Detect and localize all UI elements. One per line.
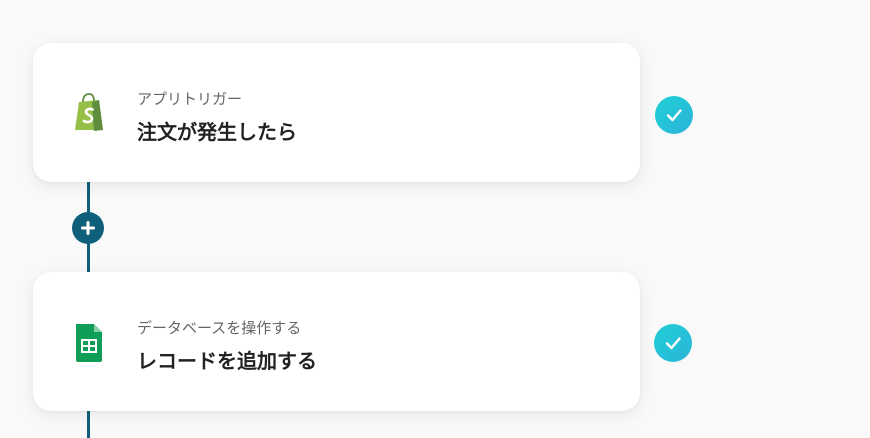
step-category-label: データベースを操作する — [137, 319, 302, 337]
shopify-icon — [70, 93, 108, 133]
step-title: 注文が発生したら — [137, 120, 297, 144]
check-icon — [655, 96, 693, 134]
step-category-label: アプリトリガー — [137, 90, 243, 108]
google-sheets-icon — [70, 322, 108, 362]
step-title: レコードを追加する — [137, 349, 317, 373]
flow-step-trigger-card[interactable]: アプリトリガー 注文が発生したら — [33, 43, 640, 182]
flow-step-action-card[interactable]: データベースを操作する レコードを追加する — [33, 272, 640, 411]
flow-connector-line — [87, 408, 90, 438]
add-step-button[interactable] — [72, 212, 104, 244]
check-icon — [654, 324, 692, 362]
plus-icon — [81, 221, 95, 235]
